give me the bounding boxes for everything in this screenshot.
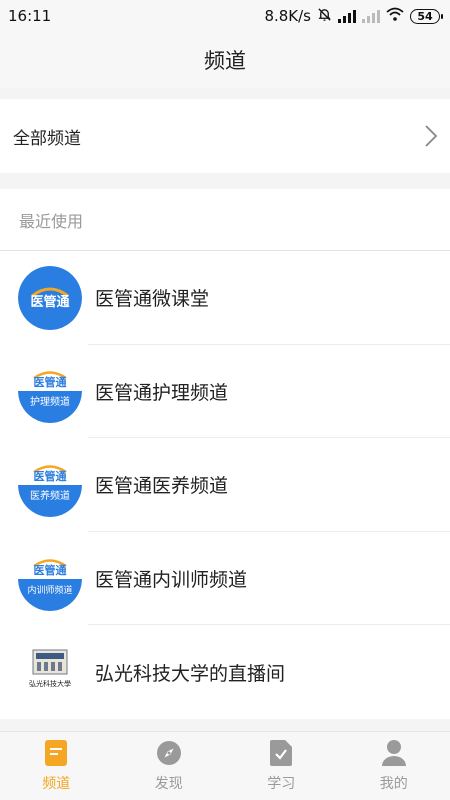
university-logo-icon: 弘光科技大學 (18, 640, 82, 705)
signal-2-icon (362, 9, 380, 23)
channel-logo-icon: 医管通 医养频道 (18, 452, 82, 517)
channel-item-label: 医管通医养频道 (95, 475, 229, 498)
tab-channel[interactable]: 频道 (0, 732, 113, 800)
page-title: 频道 (204, 49, 246, 73)
svg-text:医管通: 医管通 (34, 563, 67, 577)
channel-item[interactable]: 弘光科技大學 弘光科技大学的直播间 (0, 625, 450, 719)
channel-item[interactable]: 医管通 护理频道 医管通护理频道 (0, 345, 450, 439)
tab-discover[interactable]: 发现 (113, 732, 226, 800)
svg-text:医管通: 医管通 (30, 294, 69, 310)
page-title-bar: 频道 (0, 32, 450, 88)
tab-label: 频道 (42, 776, 71, 792)
profile-icon (380, 739, 408, 767)
channel-item-label: 弘光科技大学的直播间 (95, 662, 286, 685)
status-bar: 16:11 8.8K/s 54 (0, 0, 450, 32)
channel-logo-icon: 医管通 内训师频道 (18, 546, 82, 611)
channel-item[interactable]: 医管通 医养频道 医管通医养频道 (0, 438, 450, 532)
svg-text:医管通: 医管通 (34, 375, 67, 389)
all-channels-label: 全部频道 (13, 128, 81, 149)
channel-item-label: 医管通护理频道 (95, 381, 229, 404)
tab-label: 学习 (267, 776, 296, 792)
compass-icon (155, 739, 183, 767)
status-indicators: 8.8K/s 54 (264, 7, 443, 26)
channel-logo-icon: 医管通 (18, 265, 82, 330)
svg-text:医管通: 医管通 (34, 469, 67, 483)
study-icon (267, 739, 295, 767)
channel-item-label: 医管通内训师频道 (95, 569, 248, 592)
svg-text:弘光科技大學: 弘光科技大學 (29, 679, 71, 688)
channel-item[interactable]: 医管通 内训师频道 医管通内训师频道 (0, 532, 450, 626)
tab-study[interactable]: 学习 (225, 732, 338, 800)
recent-header: 最近使用 (0, 189, 450, 251)
svg-text:内训师频道: 内训师频道 (27, 584, 72, 596)
tab-label: 发现 (154, 776, 183, 792)
status-time: 16:11 (8, 7, 52, 25)
svg-text:护理频道: 护理频道 (30, 395, 70, 408)
channel-item-label: 医管通微课堂 (95, 288, 210, 311)
bottom-nav: 频道 发现 学习 我的 (0, 731, 450, 800)
net-speed: 8.8K/s (264, 7, 311, 25)
wifi-icon (386, 7, 404, 25)
tab-label: 我的 (379, 776, 408, 792)
channel-item[interactable]: 医管通 医管通微课堂 (0, 251, 450, 345)
recent-section: 最近使用 医管通 医管通微课堂 医管通 护理频道 医管通护理频道 医管通 医养频… (0, 189, 450, 719)
tab-profile[interactable]: 我的 (338, 732, 450, 800)
signal-icon (338, 9, 356, 23)
svg-text:医养频道: 医养频道 (30, 489, 70, 502)
channel-icon (42, 739, 70, 767)
chevron-right-icon (424, 124, 438, 148)
all-channels-row[interactable]: 全部频道 (0, 99, 450, 173)
battery-icon: 54 (410, 8, 443, 24)
bell-muted-icon (317, 7, 332, 26)
channel-logo-icon: 医管通 护理频道 (18, 359, 82, 424)
